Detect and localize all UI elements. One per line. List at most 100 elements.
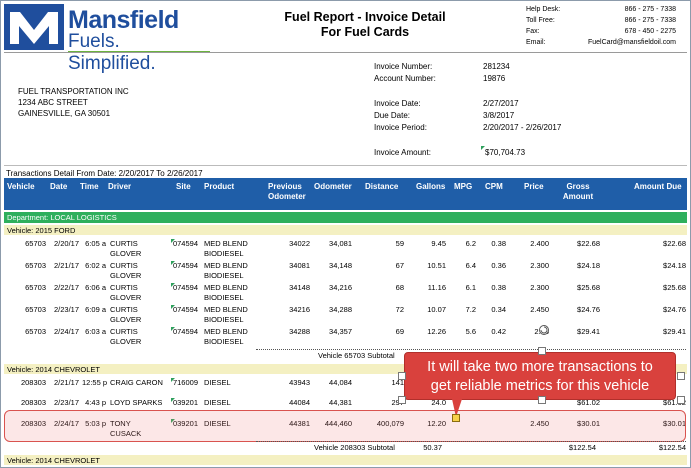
help-desk-label: Help Desk: (526, 6, 561, 13)
cell-driver1: CURTIS (110, 327, 138, 336)
table-row[interactable]: 65703 2/20/17 6:05 a CURTIS GLOVER 074594 MED … (4, 238, 687, 260)
email-value[interactable]: FuelCard@mansfieldoil.com (560, 39, 676, 46)
cell-mpg: 6.4 (465, 261, 476, 270)
due-date: 3/8/2017 (483, 111, 515, 120)
vehicle-group-label: Vehicle: 2014 CHEVROLET (7, 456, 100, 465)
cell-due: $24.18 (663, 261, 686, 270)
cell-product1: MED BLEND (204, 261, 248, 270)
cell-price: 2.450 (530, 305, 549, 314)
col-date[interactable]: Date (50, 182, 67, 192)
selection-handle[interactable] (677, 372, 685, 380)
cell-cpm: 0.38 (491, 283, 506, 292)
col-distance[interactable]: Distance (365, 182, 398, 192)
due-date-label: Due Date: (374, 111, 411, 120)
col-gross-amount-line2: Amount (562, 192, 594, 201)
cell-time: 6:05 a (85, 239, 106, 248)
cell-dist: 141 (391, 378, 404, 387)
cell-dist: 297 (356, 398, 404, 408)
cell-cpm: 0.38 (491, 239, 506, 248)
cell-odo: 34,081 (329, 239, 352, 248)
cell-gal: 10.51 (427, 261, 446, 270)
col-cpm[interactable]: CPM (485, 182, 503, 192)
cell-vehicle: 65703 (25, 305, 46, 314)
report-title-line2: For Fuel Cards (320, 25, 410, 39)
cell-date: 2/20/17 (53, 239, 79, 248)
selection-handle[interactable] (398, 396, 406, 404)
cell-odo: 34,288 (329, 305, 352, 314)
mansfield-logo: Mansfield Fuels. Simplified. (4, 4, 210, 74)
comment-flag-icon (171, 305, 175, 309)
report-title-line1: Fuel Report - Invoice Detail (284, 10, 446, 24)
cell-due: $22.68 (663, 239, 686, 248)
vehicle-group-label: Vehicle: 2015 FORD (7, 226, 76, 235)
cell-product1: MED BLEND (204, 239, 248, 248)
cell-vehicle: 65703 (25, 283, 46, 292)
highlighted-transaction (4, 410, 686, 442)
selection-handle[interactable] (398, 372, 406, 380)
subtotal-divider (256, 441, 686, 442)
cell-date: 2/21/17 (53, 261, 79, 270)
cell-vehicle: 65703 (25, 327, 46, 336)
cell-gross: $24.76 (577, 305, 600, 314)
cell-product2: BIODIESEL (204, 315, 244, 324)
table-row[interactable]: 65703 2/23/17 6:09 a CURTIS GLOVER 074594 MED … (4, 304, 687, 326)
selection-handle[interactable] (538, 347, 546, 355)
cell-due: $24.76 (663, 305, 686, 314)
cell-driver1: CURTIS (110, 283, 138, 292)
cell-gal: 12.26 (427, 327, 446, 336)
selection-handle[interactable] (538, 396, 546, 404)
col-previous-odometer[interactable]: Previous Odometer (268, 182, 306, 202)
cell-odo: 34,357 (329, 327, 352, 336)
email-label: Email: (526, 39, 546, 46)
pointer-handle[interactable] (452, 414, 460, 422)
col-gallons[interactable]: Gallons (416, 182, 445, 192)
table-row[interactable]: 65703 2/21/17 6:02 a CURTIS GLOVER 074594 MED … (4, 260, 687, 282)
cell-dist: 68 (395, 283, 404, 292)
cell-gross: $24.18 (577, 261, 600, 270)
col-site[interactable]: Site (176, 182, 191, 192)
cell-cpm: 0.34 (491, 305, 506, 314)
cell-driver2: GLOVER (110, 337, 142, 346)
cell-mpg: 6.2 (465, 239, 476, 248)
cell-due: $29.41 (663, 327, 686, 336)
col-price[interactable]: Price (524, 182, 544, 192)
cell-gal: 11.16 (427, 283, 446, 292)
col-gross-amount[interactable]: Gross Amount (556, 182, 600, 202)
cell-prev: 34148 (289, 283, 310, 292)
col-driver[interactable]: Driver (108, 182, 131, 192)
col-product[interactable]: Product (204, 182, 234, 192)
selection-handle[interactable] (677, 396, 685, 404)
rotate-handle-icon[interactable] (538, 324, 550, 336)
cell-driver2: GLOVER (110, 271, 142, 280)
table-row[interactable]: 65703 2/22/17 6:06 a CURTIS GLOVER 074594 MED … (4, 282, 687, 304)
cell-dist: 69 (395, 327, 404, 336)
invoice-period-label: Invoice Period: (374, 123, 427, 132)
invoice-number: 281234 (483, 62, 510, 71)
annotation-callout[interactable]: It will take two more transactions to ge… (404, 352, 676, 400)
cell-price: 2.400 (530, 239, 549, 248)
cell-gal: 9.45 (431, 239, 446, 248)
account-number-label: Account Number: (374, 74, 436, 83)
cell-product2: BIODIESEL (204, 337, 244, 346)
comment-flag-icon (171, 261, 175, 265)
table-row[interactable]: 65703 2/24/17 6:03 a CURTIS GLOVER 074594 MED … (4, 326, 687, 348)
col-mpg[interactable]: MPG (454, 182, 472, 192)
cell-vehicle: 208303 (20, 398, 46, 407)
table-header: Vehicle Date Time Driver Site Product Pr… (4, 178, 687, 210)
cell-mpg: 7.2 (465, 305, 476, 314)
subtotal-gallons: 50.37 (423, 443, 442, 452)
col-time[interactable]: Time (80, 182, 99, 192)
cell-product2: BIODIESEL (204, 271, 244, 280)
cell-driver1: LOYD SPARKS (110, 398, 163, 407)
cell-prev: 44084 (289, 398, 310, 407)
col-vehicle[interactable]: Vehicle (7, 182, 35, 192)
cell-vehicle: 65703 (25, 239, 46, 248)
vehicle-group-header: Vehicle: 2015 FORD (4, 225, 687, 235)
section-divider (4, 165, 687, 166)
col-odometer[interactable]: Odometer (314, 182, 352, 192)
col-amount-due[interactable]: Amount Due (634, 182, 682, 192)
cell-prev: 34081 (289, 261, 310, 270)
cell-prev: 34216 (289, 305, 310, 314)
cell-vehicle: 65703 (25, 261, 46, 270)
cell-time: 12:55 p (82, 378, 108, 387)
